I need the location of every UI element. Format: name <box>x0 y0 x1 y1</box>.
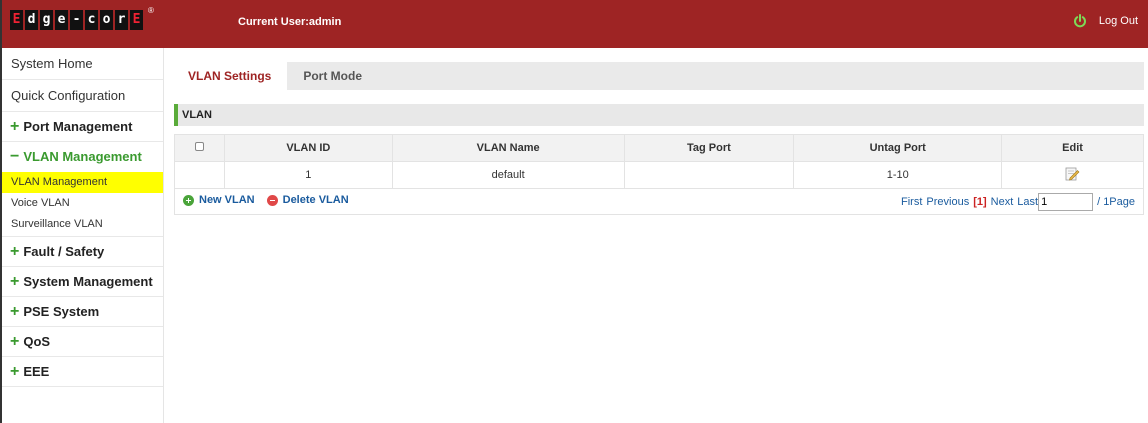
logo-char: - <box>70 10 83 30</box>
sidebar-label: QoS <box>23 334 51 349</box>
power-icon <box>1073 14 1086 28</box>
sidebar-item-port-management[interactable]: + Port Management <box>2 112 163 142</box>
vlan-name-cell: default <box>391 161 625 189</box>
logo-char: c <box>85 10 98 30</box>
current-user-label: Current User:admin <box>238 16 342 28</box>
tab-bar: VLAN Settings Port Mode <box>172 62 1144 90</box>
sidebar-item-qos[interactable]: + QoS <box>2 327 163 357</box>
sidebar-label: EEE <box>23 364 50 379</box>
logo-char: g <box>40 10 53 30</box>
sidebar-label: VLAN Management <box>23 149 142 164</box>
sidebar-label: PSE System <box>23 304 100 319</box>
delete-vlan-button[interactable]: Delete VLAN <box>283 194 349 206</box>
sidebar-label: Fault / Safety <box>23 244 105 259</box>
plus-icon: + <box>10 273 20 290</box>
column-header-edit: Edit <box>1001 134 1144 162</box>
sidebar-item-system-home[interactable]: System Home <box>2 48 163 80</box>
logo-char: r <box>115 10 128 30</box>
sidebar-item-vlan-management[interactable]: − VLAN Management <box>2 142 163 172</box>
pagination: First Previous [1] Next Last / 1Page <box>901 193 1135 211</box>
plus-icon: + <box>10 303 20 320</box>
tag-port-cell <box>623 161 795 189</box>
logo-char: o <box>100 10 113 30</box>
edit-icon[interactable] <box>1065 166 1080 181</box>
page-number-input[interactable] <box>1038 193 1094 211</box>
action-bar: New VLAN Delete VLAN <box>183 194 349 206</box>
previous-page-link[interactable]: Previous <box>926 196 969 208</box>
minus-icon: − <box>10 148 20 165</box>
sidebar-subitem-vlan-management[interactable]: VLAN Management <box>2 172 163 193</box>
plus-icon: + <box>10 118 20 135</box>
tab-port-mode[interactable]: Port Mode <box>287 62 378 90</box>
sidebar: System Home Quick Configuration + Port Ma… <box>2 48 164 423</box>
sidebar-item-eee[interactable]: + EEE <box>2 357 163 387</box>
plus-icon: + <box>10 243 20 260</box>
logo-char: E <box>130 10 143 30</box>
edgecore-logo: E d g e - c o r E <box>10 10 145 30</box>
select-all-cell <box>174 134 225 162</box>
add-icon <box>183 194 194 206</box>
plus-icon: + <box>10 333 20 350</box>
logo-char: d <box>25 10 38 30</box>
table-row: 1 default 1-10 <box>174 161 1144 189</box>
section-title: VLAN <box>182 109 212 121</box>
column-header-untag-port[interactable]: Untag Port <box>793 134 1003 162</box>
logo-char: e <box>55 10 68 30</box>
column-header-vlan-name[interactable]: VLAN Name <box>391 134 625 162</box>
table-footer: New VLAN Delete VLAN First Previous [1] … <box>174 189 1144 215</box>
top-header: E d g e - c o r E ® Current User:admin L… <box>2 0 1148 48</box>
plus-icon: + <box>10 363 20 380</box>
row-select-cell <box>174 161 225 189</box>
sidebar-item-system-management[interactable]: + System Management <box>2 267 163 297</box>
current-page-indicator: [1] <box>973 196 987 208</box>
logout-button[interactable]: Log Out <box>1073 14 1138 28</box>
sidebar-item-quick-configuration[interactable]: Quick Configuration <box>2 80 163 112</box>
next-page-link[interactable]: Next <box>991 196 1014 208</box>
untag-port-cell: 1-10 <box>793 161 1003 189</box>
sidebar-subitem-surveillance-vlan[interactable]: Surveillance VLAN <box>2 214 163 237</box>
section-header: VLAN <box>174 104 1144 126</box>
sidebar-item-pse-system[interactable]: + PSE System <box>2 297 163 327</box>
new-vlan-button[interactable]: New VLAN <box>199 194 255 206</box>
select-all-checkbox[interactable] <box>194 142 204 151</box>
last-page-link[interactable]: Last <box>1017 196 1038 208</box>
vlan-id-cell: 1 <box>223 161 393 189</box>
logout-label: Log Out <box>1098 15 1138 27</box>
sidebar-label: System Management <box>23 274 153 289</box>
column-header-tag-port[interactable]: Tag Port <box>623 134 795 162</box>
vlan-table: VLAN ID VLAN Name Tag Port Untag Port Ed… <box>174 134 1144 189</box>
sidebar-subitem-voice-vlan[interactable]: Voice VLAN <box>2 193 163 214</box>
edit-cell <box>1001 161 1144 189</box>
first-page-link[interactable]: First <box>901 196 922 208</box>
sidebar-label: Port Management <box>23 119 133 134</box>
tab-vlan-settings[interactable]: VLAN Settings <box>172 62 288 90</box>
table-header-row: VLAN ID VLAN Name Tag Port Untag Port Ed… <box>174 134 1144 162</box>
app-window: E d g e - c o r E ® Current User:admin L… <box>0 0 1148 423</box>
registered-mark: ® <box>148 6 154 15</box>
logo-char: E <box>10 10 23 30</box>
sidebar-item-fault-safety[interactable]: + Fault / Safety <box>2 237 163 267</box>
total-pages-label: / 1Page <box>1097 196 1135 208</box>
delete-icon <box>266 194 278 206</box>
column-header-vlan-id[interactable]: VLAN ID <box>223 134 393 162</box>
